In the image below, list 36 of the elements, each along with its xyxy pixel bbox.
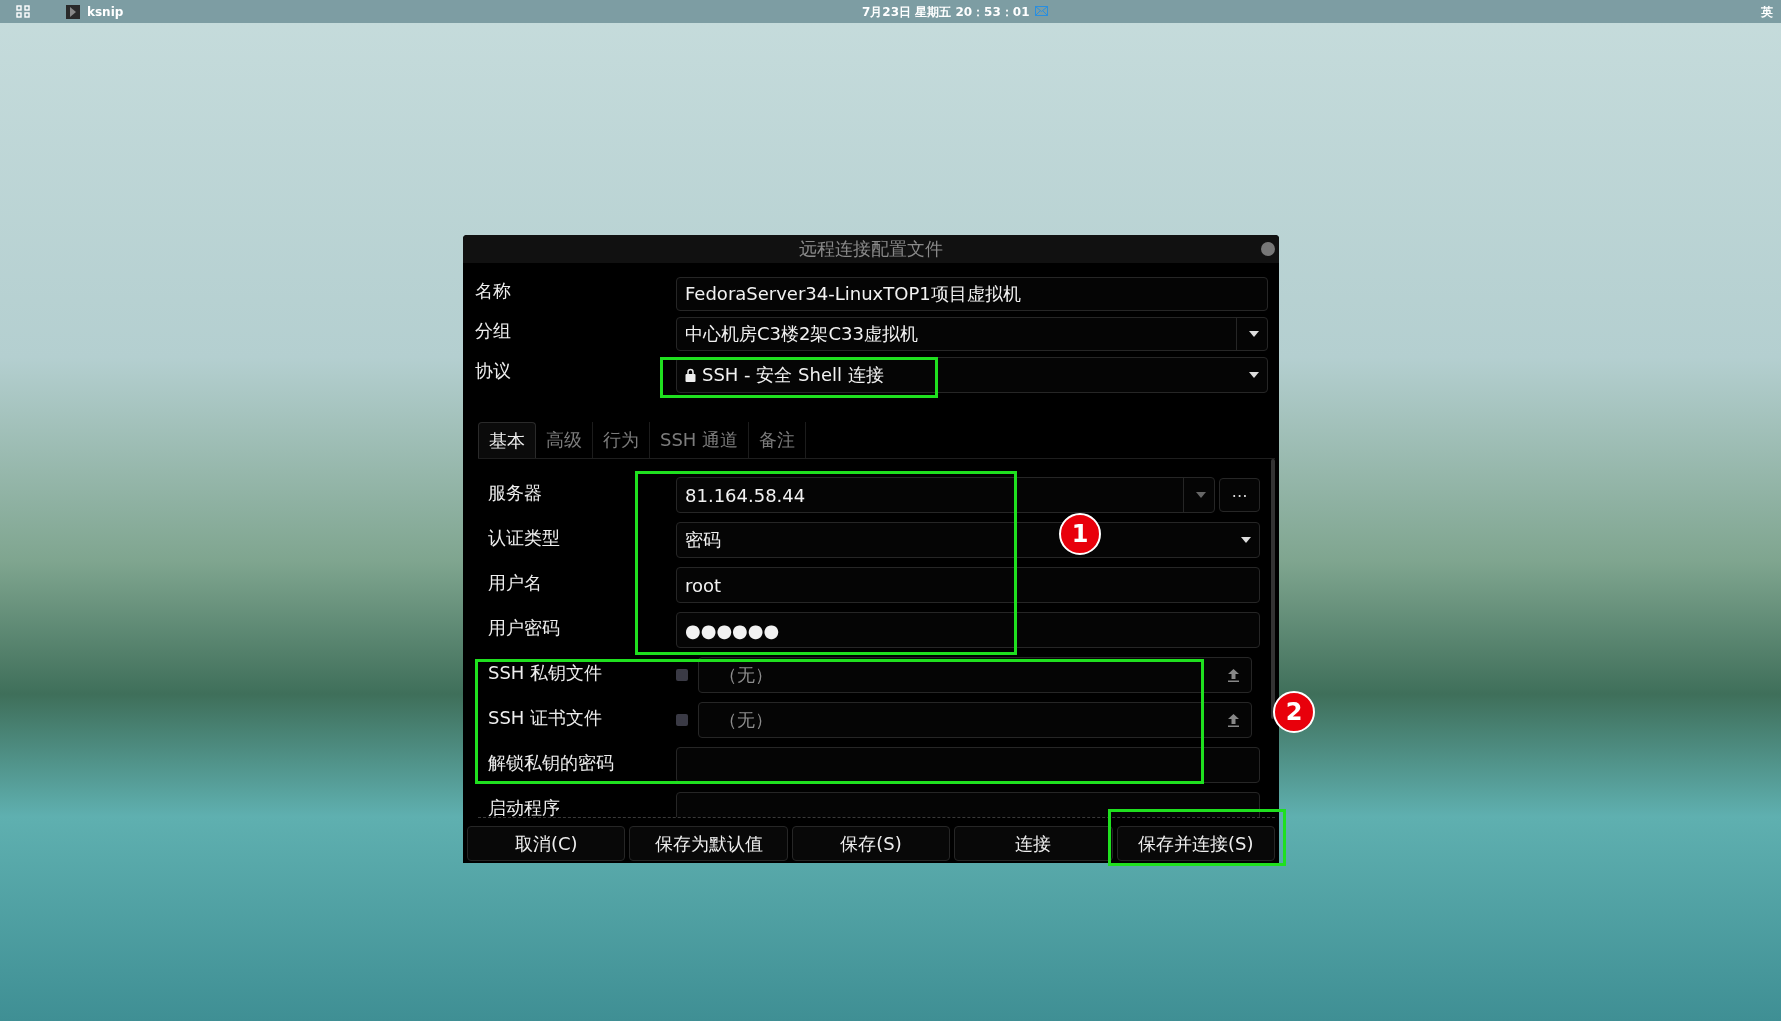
field-label: SSH 证书文件	[488, 707, 603, 728]
text-field[interactable]	[676, 747, 1260, 783]
field-label: 认证类型	[488, 527, 560, 548]
caret-icon	[1249, 372, 1259, 378]
dialog-button[interactable]: 保存为默认值	[629, 826, 788, 861]
app-grid-icon[interactable]	[16, 5, 30, 18]
dialog-button[interactable]: 连接	[954, 826, 1113, 861]
field-label: 解锁私钥的密码	[488, 752, 614, 773]
protocol-dropdown[interactable]: SSH - 安全 Shell 连接	[676, 357, 1268, 393]
field-label: 启动程序	[488, 797, 560, 817]
field-label: 协议	[475, 360, 511, 381]
caret-icon	[1196, 492, 1206, 498]
field-label: SSH 私钥文件	[488, 662, 603, 683]
scrollbar[interactable]	[1271, 459, 1275, 719]
caret-icon	[1249, 331, 1259, 337]
combo-field[interactable]: 81.164.58.44	[676, 477, 1215, 513]
field-label: 分组	[475, 320, 511, 341]
password-field[interactable]: ●●●●●●	[676, 612, 1260, 648]
dialog-button[interactable]: 保存并连接(S)	[1116, 826, 1276, 861]
field-label: 名称	[475, 280, 511, 301]
caret-icon	[1241, 537, 1251, 543]
app-icon[interactable]	[66, 4, 80, 19]
close-button[interactable]	[1261, 242, 1275, 256]
text-field[interactable]: root	[676, 567, 1260, 603]
more-button[interactable]: ⋯	[1219, 478, 1260, 512]
field-label: 服务器	[488, 482, 542, 503]
field-label: 用户名	[488, 572, 542, 593]
tab[interactable]: 基本	[478, 422, 536, 458]
text-field[interactable]: FedoraServer34-LinuxTOP1项目虚拟机	[676, 277, 1268, 311]
clock: 7月23日 星期五 20：53：01	[862, 4, 1030, 21]
field-label: 用户密码	[488, 617, 560, 638]
lock-icon	[685, 368, 696, 382]
dialog-button[interactable]: 取消(C)	[467, 826, 626, 861]
window-title: 远程连接配置文件	[799, 237, 943, 261]
dialog-button[interactable]: 保存(S)	[791, 826, 951, 861]
dropdown-field[interactable]: 中心机房C3楼2架C33虚拟机	[676, 317, 1268, 351]
